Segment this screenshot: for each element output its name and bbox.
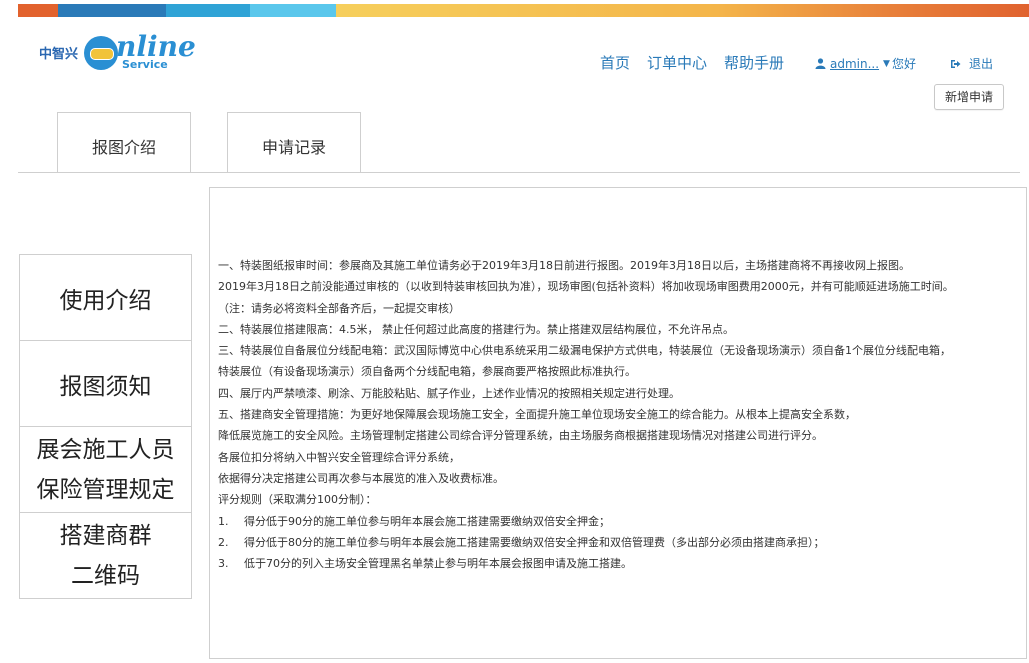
rule-text: 得分低于80分的施工单位参与明年本展会施工搭建需要缴纳双倍安全押金和双倍管理费（… — [244, 535, 825, 549]
side-item-label: 保险管理规定 — [36, 477, 175, 503]
content-line: 降低展览施工的安全风险。主场管理制定搭建公司综合评分管理系统，由主场服务商根据搭… — [218, 429, 823, 443]
user-name[interactable]: admin... — [830, 57, 879, 71]
content-line: 四、展厅内严禁喷漆、刷涂、万能胶粘贴、腻子作业，上述作业情况的按照相关规定进行处… — [218, 386, 680, 400]
logo[interactable]: 中智兴 nline Service — [36, 28, 206, 78]
content-line: 依据得分决定搭建公司再次参与本展览的准入及收费标准。 — [218, 471, 504, 485]
user-greeting: 您好 — [891, 57, 916, 71]
side-item-label: 报图须知 — [59, 374, 152, 400]
logout-link[interactable]: 退出 — [950, 55, 993, 72]
logo-o-icon — [84, 36, 118, 70]
rule-number: 1. — [218, 514, 229, 528]
content-line: 二、特装展位搭建限高：4.5米， 禁止任何超过此高度的搭建行为。禁止搭建双层结构… — [218, 322, 734, 336]
side-item-usage[interactable]: 使用介绍 — [19, 254, 192, 342]
logout-icon — [951, 59, 961, 68]
top-nav: 首页 订单中心 帮助手册 — [600, 52, 801, 73]
nav-help[interactable]: 帮助手册 — [724, 52, 784, 73]
tab-records[interactable]: 申请记录 — [227, 112, 361, 173]
side-item-qrcode[interactable]: 搭建商群 二维码 — [19, 512, 192, 599]
caret-down-icon: ▼ — [883, 58, 890, 69]
tab-intro[interactable]: 报图介绍 — [57, 112, 191, 173]
logo-service: Service — [122, 58, 168, 71]
rule-number: 3. — [218, 557, 229, 571]
content-line: （注：请务必将资料全部备齐后，一起提交审核） — [218, 301, 460, 315]
side-item-notice[interactable]: 报图须知 — [19, 340, 192, 428]
content-panel: 一、特装图纸报审时间：参展商及其施工单位请务必于2019年3月18日前进行报图。… — [209, 187, 1027, 659]
user-icon — [815, 58, 826, 69]
content-line: 一、特装图纸报审时间：参展商及其施工单位请务必于2019年3月18日前进行报图。… — [218, 259, 910, 272]
side-item-label: 二维码 — [71, 562, 140, 589]
content-text: 一、特装图纸报审时间：参展商及其施工单位请务必于2019年3月18日前进行报图。… — [218, 255, 1024, 574]
logo-cn-text: 中智兴 — [39, 47, 79, 62]
new-application-button[interactable]: 新增申请 — [934, 84, 1004, 110]
rule-item: 3. 低于70分的列入主场安全管理黑名单禁止参与明年本展会报图申请及施工搭建。 — [218, 553, 1024, 574]
content-line: 特装展位（有设备现场演示）须自备两个分线配电箱，参展商要严格按照此标准执行。 — [218, 365, 636, 379]
side-item-label: 搭建商群 — [59, 522, 152, 549]
content-line: 五、搭建商安全管理措施：为更好地保障展会现场施工安全，全面提升施工单位现场安全施… — [218, 408, 856, 422]
rule-item: 1. 得分低于90分的施工单位参与明年本展会施工搭建需要缴纳双倍安全押金； — [218, 511, 1024, 532]
rule-item: 2. 得分低于80分的施工单位参与明年本展会施工搭建需要缴纳双倍安全押金和双倍管理… — [218, 532, 1024, 553]
content-line: 三、特装展位自备展位分线配电箱：武汉国际博览中心供电系统采用二级漏电保护方式供电… — [218, 344, 951, 358]
side-item-label: 展会施工人员 — [36, 437, 175, 463]
top-color-strip — [18, 4, 1029, 17]
nav-orders[interactable]: 订单中心 — [647, 52, 707, 73]
logout-label[interactable]: 退出 — [969, 55, 993, 72]
rule-text: 低于70分的列入主场安全管理黑名单禁止参与明年本展会报图申请及施工搭建。 — [244, 557, 632, 571]
tab-divider — [18, 172, 1020, 173]
side-item-label: 使用介绍 — [59, 288, 152, 314]
rule-number: 2. — [218, 535, 229, 549]
content-line: 评分规则（采取满分100分制）： — [218, 493, 377, 507]
content-line: 2019年3月18日之前没能通过审核的（以收到特装审核回执为准），现场审图(包括… — [218, 280, 954, 294]
user-menu[interactable]: admin... ▼ 您好 — [815, 55, 916, 72]
nav-home[interactable]: 首页 — [600, 52, 630, 73]
rule-text: 得分低于90分的施工单位参与明年本展会施工搭建需要缴纳双倍安全押金； — [244, 514, 610, 528]
content-line: 各展位扣分将纳入中智兴安全管理综合评分系统， — [218, 450, 460, 464]
side-item-insurance[interactable]: 展会施工人员 保险管理规定 — [19, 426, 192, 514]
